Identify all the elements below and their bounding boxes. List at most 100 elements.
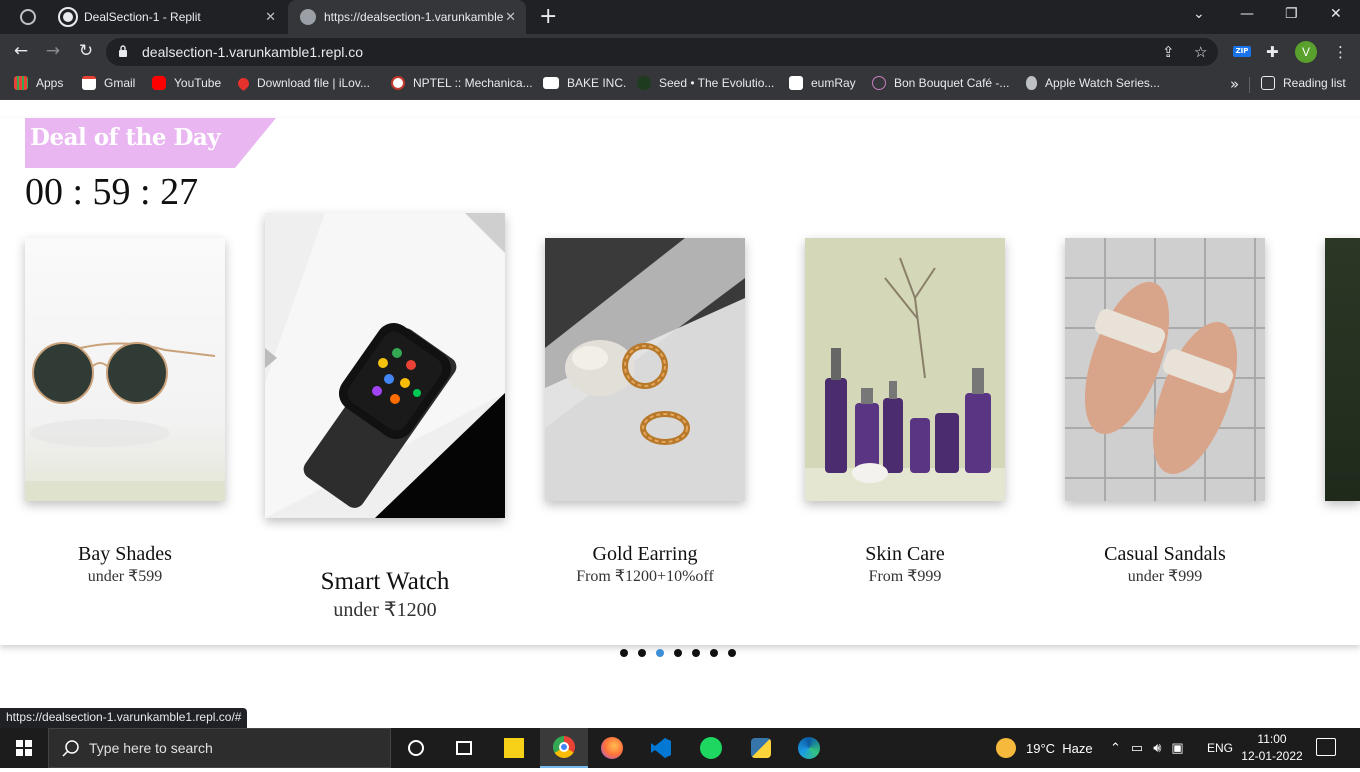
weather-widget[interactable]: 19°C Haze bbox=[996, 728, 1093, 768]
tab-dealsection[interactable]: https://dealsection-1.varunkamble1 ✕ bbox=[288, 0, 526, 34]
product-image-sunglasses[interactable] bbox=[25, 238, 225, 501]
bookmark-bon-bouquet[interactable]: Bon Bouquet Café -... bbox=[872, 76, 1009, 90]
close-tab-icon[interactable]: ✕ bbox=[505, 9, 516, 25]
bookmark-star-icon[interactable]: ☆ bbox=[1194, 43, 1207, 61]
product-name[interactable]: Bay Shades bbox=[25, 543, 225, 566]
carousel-dot[interactable] bbox=[728, 649, 736, 657]
product-image-smart-watch[interactable] bbox=[265, 213, 505, 518]
address-bar[interactable]: dealsection-1.varunkamble1.repl.co bbox=[106, 38, 1218, 66]
bookmark-label: Seed • The Evolutio... bbox=[659, 76, 775, 90]
reading-list-button[interactable]: Reading list bbox=[1261, 76, 1346, 90]
product-image-partial[interactable] bbox=[1325, 238, 1360, 501]
task-view-button[interactable] bbox=[440, 728, 488, 768]
product-image-skin-care[interactable] bbox=[805, 238, 1005, 501]
replit-favicon-icon bbox=[58, 7, 78, 27]
carousel-dot-active[interactable] bbox=[656, 649, 664, 657]
product-card-skin-care[interactable] bbox=[805, 238, 1005, 501]
product-info-gold-earring: Gold Earring From ₹1200+10%off bbox=[525, 538, 765, 588]
carousel-dots bbox=[620, 649, 746, 657]
windows-logo-icon bbox=[16, 740, 32, 756]
meet-now-icon[interactable]: ▭ bbox=[1131, 740, 1143, 756]
tab-search-icon[interactable] bbox=[20, 9, 36, 25]
product-card-smart-watch[interactable] bbox=[265, 213, 505, 518]
bookmark-apps[interactable]: Apps bbox=[14, 76, 63, 90]
bookmarks-divider bbox=[1249, 77, 1250, 93]
product-card-bay-shades[interactable] bbox=[25, 238, 225, 501]
carousel-dot[interactable] bbox=[710, 649, 718, 657]
product-image-sandals[interactable] bbox=[1065, 238, 1265, 501]
volume-icon[interactable]: 🔊︎ bbox=[1153, 740, 1161, 756]
menu-kebab-icon[interactable]: ⋮ bbox=[1333, 43, 1348, 61]
bookmark-ilovepdf[interactable]: Download file | iLov... bbox=[235, 75, 370, 91]
reload-icon[interactable]: ↻ bbox=[75, 41, 97, 61]
carousel-dot[interactable] bbox=[638, 649, 646, 657]
product-name[interactable]: Skin Care bbox=[805, 543, 1005, 566]
chrome-icon bbox=[553, 736, 575, 758]
forward-icon[interactable]: → bbox=[42, 41, 64, 61]
profile-avatar[interactable]: V bbox=[1295, 41, 1317, 63]
reading-list-icon bbox=[1261, 76, 1275, 90]
carousel-dot[interactable] bbox=[692, 649, 700, 657]
bookmark-nptel[interactable]: NPTEL :: Mechanica... bbox=[391, 76, 533, 90]
restore-icon[interactable]: ❐ bbox=[1285, 6, 1298, 22]
bookmark-label: Bon Bouquet Café -... bbox=[894, 76, 1010, 90]
product-price: under ₹1200 bbox=[333, 599, 437, 621]
sticky-notes-app[interactable] bbox=[490, 728, 538, 768]
network-icon[interactable]: ▣ bbox=[1171, 740, 1183, 756]
notification-center-button[interactable] bbox=[1316, 738, 1336, 756]
product-card-partial[interactable] bbox=[1325, 238, 1360, 501]
chrome-app[interactable] bbox=[540, 728, 588, 768]
product-name[interactable]: Gold Earring bbox=[525, 543, 765, 566]
edge-app[interactable] bbox=[785, 728, 833, 768]
tab-search-chevron-icon[interactable]: ⌄ bbox=[1193, 6, 1205, 22]
firefox-app[interactable] bbox=[588, 728, 636, 768]
new-tab-icon[interactable]: + bbox=[539, 4, 557, 29]
close-window-icon[interactable]: ✕ bbox=[1330, 6, 1342, 22]
python-app[interactable] bbox=[737, 728, 785, 768]
product-image-gold-earring[interactable] bbox=[545, 238, 745, 501]
clock[interactable]: 11:00 12-01-2022 bbox=[1240, 731, 1304, 765]
python-icon bbox=[751, 738, 771, 758]
bookmarks-overflow-icon[interactable]: » bbox=[1230, 75, 1239, 93]
bon-bouquet-icon bbox=[872, 76, 886, 90]
deal-title: Deal of the Day bbox=[30, 124, 221, 151]
bookmark-apple-watch[interactable]: Apple Watch Series... bbox=[1026, 76, 1160, 90]
start-button[interactable] bbox=[0, 728, 48, 768]
tab-replit[interactable]: DealSection-1 - Replit ✕ bbox=[48, 0, 286, 34]
bookmarks-bar: Apps Gmail YouTube Download file | iLov.… bbox=[0, 70, 1360, 100]
deal-of-the-day-section: Deal of the Day 00 : 59 : 27 Bay Shades … bbox=[0, 118, 1360, 657]
banner-slant bbox=[235, 118, 276, 168]
bookmark-label: NPTEL :: Mechanica... bbox=[413, 76, 533, 90]
bookmark-youtube[interactable]: YouTube bbox=[152, 76, 221, 90]
vscode-icon bbox=[651, 738, 671, 758]
bookmark-eumray[interactable]: eumRay bbox=[789, 76, 856, 90]
product-card-gold-earring[interactable] bbox=[545, 238, 745, 501]
zip-extension-icon[interactable]: ZIP bbox=[1233, 46, 1251, 57]
bookmark-gmail[interactable]: Gmail bbox=[82, 76, 135, 90]
back-icon[interactable]: ← bbox=[10, 41, 32, 61]
product-name[interactable]: Casual Sandals bbox=[1065, 543, 1265, 566]
product-name[interactable]: Smart Watch bbox=[265, 568, 505, 596]
cortana-button[interactable] bbox=[392, 728, 440, 768]
product-card-casual-sandals[interactable] bbox=[1065, 238, 1265, 501]
carousel-dot[interactable] bbox=[674, 649, 682, 657]
minimize-icon[interactable]: — bbox=[1240, 6, 1254, 22]
url-text: dealsection-1.varunkamble1.repl.co bbox=[142, 44, 364, 60]
clock-date: 12-01-2022 bbox=[1241, 749, 1303, 763]
close-tab-icon[interactable]: ✕ bbox=[265, 9, 276, 25]
input-language[interactable]: ENG bbox=[1207, 728, 1233, 768]
bake-icon bbox=[543, 77, 559, 89]
spotify-app[interactable] bbox=[687, 728, 735, 768]
bookmark-seed[interactable]: Seed • The Evolutio... bbox=[637, 76, 774, 90]
share-icon[interactable]: ⇪ bbox=[1162, 43, 1175, 61]
heart-icon bbox=[235, 75, 252, 91]
search-placeholder: Type here to search bbox=[89, 740, 213, 756]
extensions-puzzle-icon[interactable]: ✚ bbox=[1266, 43, 1279, 61]
firefox-icon bbox=[601, 737, 623, 759]
bookmark-label: YouTube bbox=[174, 76, 222, 90]
vscode-app[interactable] bbox=[637, 728, 685, 768]
show-hidden-icons-chevron-icon[interactable]: ⌃ bbox=[1110, 740, 1121, 756]
carousel-dot[interactable] bbox=[620, 649, 628, 657]
bookmark-bake[interactable]: BAKE INC. bbox=[543, 76, 626, 90]
taskbar-search[interactable]: Type here to search bbox=[48, 728, 391, 768]
